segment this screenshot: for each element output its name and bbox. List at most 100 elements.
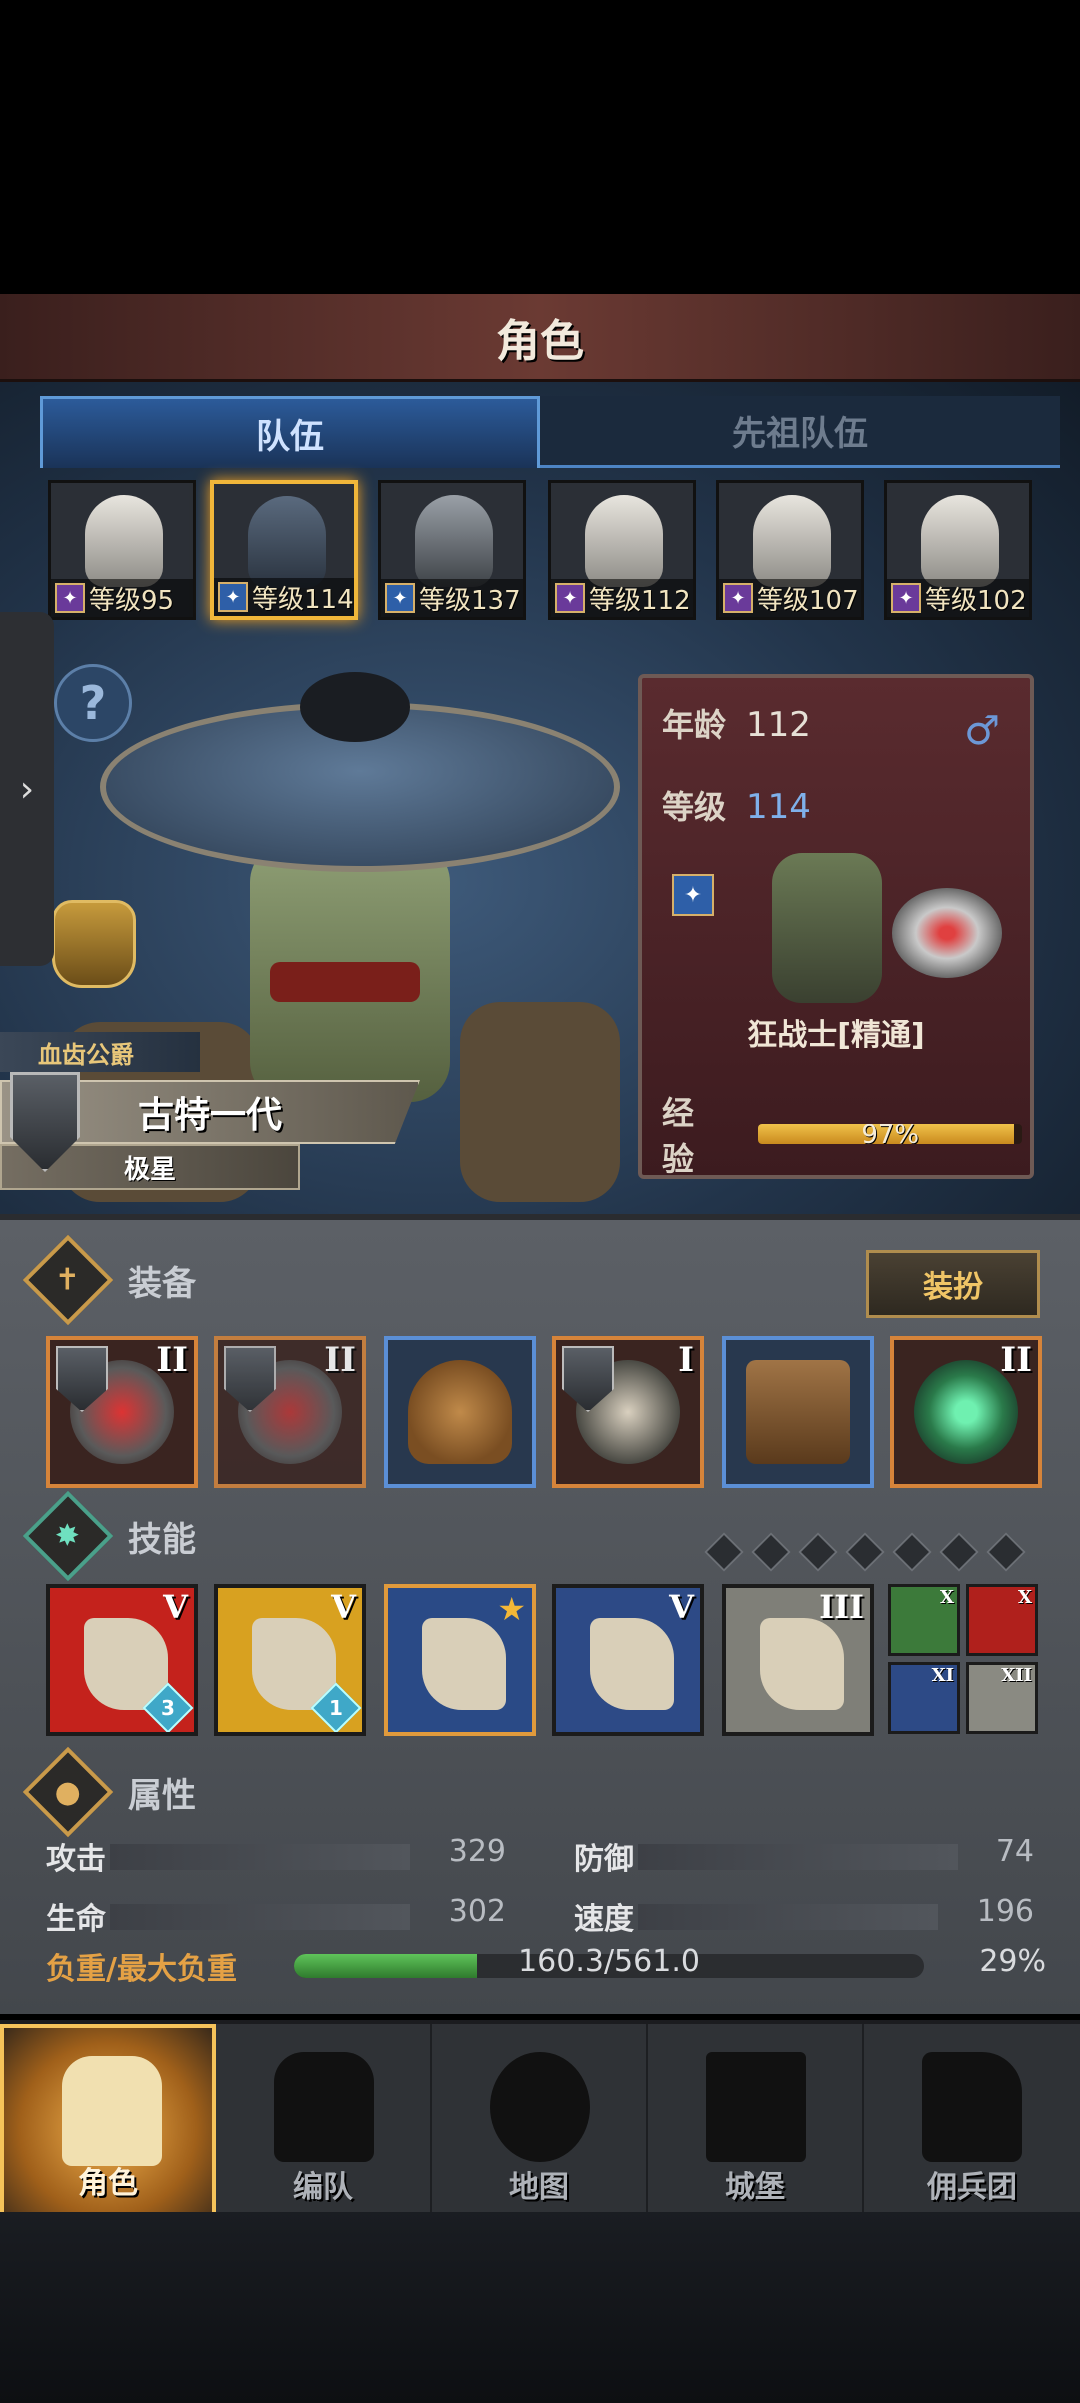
dress-up-button[interactable]: 装扮 [866,1250,1040,1318]
passive-skill-3[interactable]: XI [888,1662,960,1734]
roster-portrait-1[interactable]: ✦ 等级95 [48,480,196,620]
skill-slot-4[interactable]: V [552,1584,704,1736]
roster-portrait-2[interactable]: ✦ 等级114 [210,480,358,620]
level-label: 等级102 [925,585,1027,616]
tier-label: X [940,1587,954,1608]
tier-label: V [331,1588,356,1626]
roster-portrait-4[interactable]: ✦ 等级112 [548,480,696,620]
helmet-squad-icon [274,2052,374,2162]
skill-slot-5[interactable]: III [722,1584,874,1736]
class-staff-icon: ✦ [723,583,753,613]
nav-formation[interactable]: 编队 [216,2024,432,2216]
stat-label: 速度 [574,1902,634,1937]
nav-label: 城堡 [725,2170,785,2205]
elf-portrait-image [921,495,999,587]
equip-slot-ring[interactable]: II [890,1336,1042,1488]
equip-slot-offhand[interactable]: II [214,1336,366,1488]
tier-label: V [669,1588,694,1626]
equip-slot-weapon[interactable]: II [46,1336,198,1488]
skill-slot-2[interactable]: V 1 [214,1584,366,1736]
class-staff-icon: ✦ [555,583,585,613]
stat-value: 196 [976,1894,1034,1929]
passive-skill-2[interactable]: X [966,1584,1038,1656]
level-label: 等级114 [252,584,354,615]
nav-character[interactable]: 角色 [0,2024,216,2216]
stat-attack: 攻击 329 [46,1834,506,1878]
level-label: 等级 [662,788,727,826]
helmet-icon [408,1360,512,1464]
equipment-slots: II II I II [46,1336,1046,1492]
equip-slot-boots[interactable] [722,1336,874,1488]
skills-header: ✸ 技能 [22,1490,196,1582]
nav-mercenary[interactable]: 佣兵团 [864,2024,1080,2216]
elf-portrait-image [585,495,663,587]
stat-health: 生命 302 [46,1894,506,1938]
stat-label: 防御 [574,1842,634,1877]
tab-team[interactable]: 队伍 [40,396,540,468]
skill-point-diamond [751,1532,791,1572]
stat-value: 74 [995,1834,1034,1869]
side-drawer-toggle[interactable]: › [0,612,54,966]
elder-portrait-image [753,495,831,587]
stat-bar [110,1844,410,1870]
level-strip: ✦ 等级107 [719,579,861,617]
skill-point-diamond [704,1532,744,1572]
equip-slot-helmet[interactable] [384,1336,536,1488]
class-sword-icon: ✦ [672,874,714,916]
class-figure-image [772,853,882,1003]
nav-castle[interactable]: 城堡 [648,2024,864,2216]
tab-ancestor-team[interactable]: 先祖队伍 [540,396,1060,468]
passive-skill-4[interactable]: XII [966,1662,1038,1734]
navigation-bar-area [0,2212,1080,2403]
level-row: 等级 114 [662,782,811,828]
page-header: 角色 [0,294,1080,382]
castle-icon [706,2052,806,2162]
character-name: 古特一代 [137,1095,282,1136]
passive-skill-1[interactable]: X [888,1584,960,1656]
tier-label: II [1000,1340,1032,1380]
character-rank: 极星 [123,1154,176,1185]
roster-portrait-3[interactable]: ✦ 等级137 [378,480,526,620]
stat-value: 302 [448,1894,506,1929]
class-staff-icon: ✦ [891,583,921,613]
crystal-sword-icon [590,1618,674,1710]
male-gender-icon: ♂ [964,708,1000,754]
nav-label: 角色 [78,2166,138,2201]
knight-portrait-image [415,495,493,587]
level-strip: ✦ 等级112 [551,579,693,617]
roster-portrait-6[interactable]: ✦ 等级102 [884,480,1032,620]
stat-speed: 速度 196 [574,1894,1034,1938]
name-plate: 血齿公爵 古特一代 极星 [0,1032,420,1202]
cross-icon: ✝ [22,1234,114,1326]
age-value: 112 [746,705,811,745]
level-value: 114 [746,787,811,827]
tier-label: II [324,1340,356,1380]
compass-map-icon [490,2052,590,2162]
tier-label: I [678,1340,694,1380]
tier-label: XII [1001,1665,1032,1686]
detail-panel: ✝ 装备 装扮 II II I II ✸ 技能 V 3 V 1 ★ V III … [0,1214,1080,2014]
class-weapon-image [892,888,1002,978]
exp-percent: 97% [861,1124,920,1144]
class-name: 狂战士[精通] [747,1018,925,1053]
attributes-title: 属性 [128,1775,196,1816]
person-icon: ● [22,1746,114,1838]
tier-label: XI [931,1665,954,1686]
skills-title: 技能 [128,1519,196,1560]
load-percent: 29% [979,1944,1046,1979]
stat-label: 生命 [46,1902,106,1937]
load-value: 160.3/561.0 [518,1944,700,1979]
stat-bar [110,1904,410,1930]
hero-topknot [300,672,410,742]
nav-label: 佣兵团 [927,2170,1017,2205]
nav-map[interactable]: 地图 [432,2024,648,2216]
skill-slot-1[interactable]: V 3 [46,1584,198,1736]
age-label: 年龄 [662,706,727,744]
roster-portrait-5[interactable]: ✦ 等级107 [716,480,864,620]
load-label: 负重/最大负重 [46,1952,237,1987]
character-info-card: 年龄 112 ♂ 等级 114 ✦ 狂战士[精通] 经验 97% [638,674,1034,1179]
banner-icon [922,2052,1022,2162]
equip-slot-armor[interactable]: I [552,1336,704,1488]
skill-slot-3[interactable]: ★ [384,1584,536,1736]
level-label: 等级112 [589,585,691,616]
